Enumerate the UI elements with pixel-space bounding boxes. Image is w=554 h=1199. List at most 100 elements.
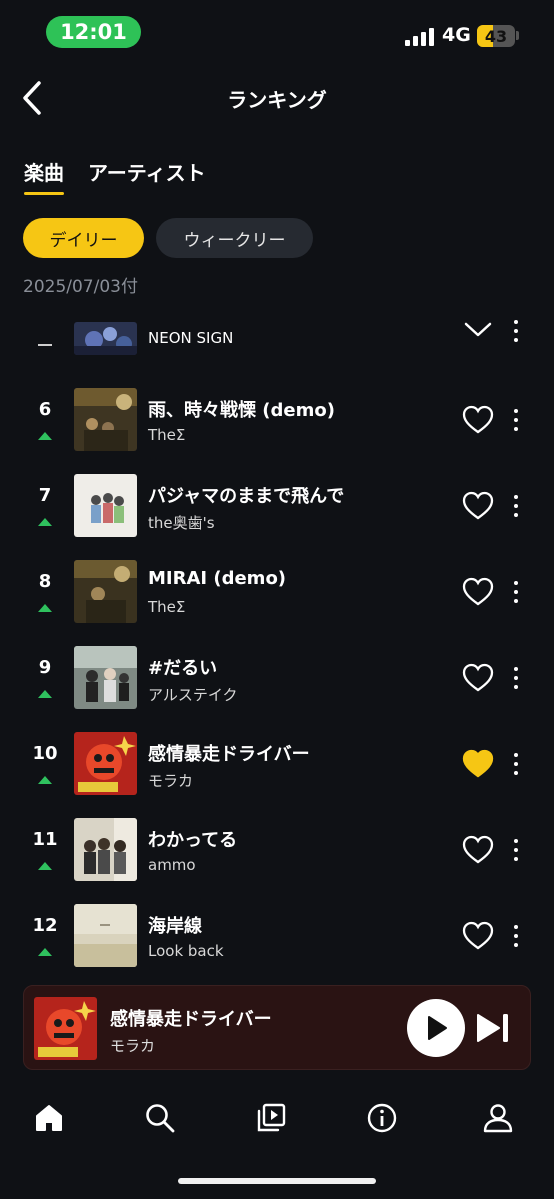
- song-artist: ammo: [148, 856, 196, 874]
- nav-library[interactable]: [251, 1098, 291, 1138]
- song-artist: モラカ: [148, 772, 194, 790]
- now-playing-title: 感情暴走ドライバー: [110, 1009, 272, 1030]
- filter-daily[interactable]: デイリー: [23, 218, 144, 258]
- tab-artists[interactable]: アーティスト: [88, 155, 206, 195]
- home-icon: [36, 1105, 62, 1131]
- trend-up-icon: [38, 948, 52, 956]
- header: ランキング: [0, 70, 554, 126]
- song-title: MIRAI (demo): [148, 568, 287, 589]
- song-title: 感情暴走ドライバー: [148, 744, 310, 765]
- info-icon: [367, 1103, 397, 1133]
- bottom-nav: [0, 1090, 554, 1146]
- list-item[interactable]: 6 雨、時々戦慄 (demo) TheΣ: [0, 382, 554, 468]
- status-time: 12:01: [46, 16, 141, 48]
- trend-up-icon: [38, 690, 52, 698]
- heart-outline-icon: [462, 835, 494, 864]
- album-art: [74, 388, 137, 451]
- song-artist: TheΣ: [148, 426, 186, 444]
- mini-player[interactable]: 感情暴走ドライバー モラカ: [23, 985, 531, 1070]
- list-item[interactable]: 12 海岸線 Look back: [0, 898, 554, 982]
- album-art: [34, 997, 97, 1060]
- status-bar: 12:01 4G 43: [0, 0, 554, 60]
- list-item[interactable]: 10 感情暴走ドライバー モラカ: [0, 726, 554, 812]
- trend-up-icon: [38, 518, 52, 526]
- more-options-button[interactable]: [504, 832, 528, 868]
- filter-weekly[interactable]: ウィークリー: [156, 218, 313, 258]
- like-button[interactable]: [460, 402, 496, 438]
- list-item[interactable]: 7 パジャマのままで飛んで the奥歯's: [0, 468, 554, 554]
- like-button[interactable]: [460, 660, 496, 696]
- album-art: [74, 732, 137, 795]
- collapse-button[interactable]: [460, 312, 496, 348]
- trend-up-icon: [38, 776, 52, 784]
- tab-bar: 楽曲 アーティスト: [24, 155, 206, 197]
- song-title: #だるい: [148, 658, 218, 679]
- trend-up-icon: [38, 862, 52, 870]
- album-art: [74, 474, 137, 537]
- nav-info[interactable]: [362, 1098, 402, 1138]
- period-filters: デイリー ウィークリー: [23, 218, 313, 258]
- heart-outline-icon: [462, 577, 494, 606]
- heart-outline-icon: [462, 663, 494, 692]
- ranking-list: NEON SIGN 6 雨、時々戦慄 (demo) TheΣ 7 パジャマのまま…: [0, 312, 554, 982]
- battery-icon: 43: [477, 25, 515, 47]
- more-options-button[interactable]: [504, 660, 528, 696]
- tab-songs[interactable]: 楽曲: [24, 155, 64, 195]
- rank-number: 11: [32, 829, 58, 850]
- song-artist: アルステイク: [148, 686, 238, 704]
- search-icon: [146, 1104, 175, 1133]
- home-indicator[interactable]: [178, 1178, 376, 1184]
- heart-outline-icon: [462, 405, 494, 434]
- song-artist: the奥歯's: [148, 514, 215, 532]
- like-button[interactable]: [460, 574, 496, 610]
- more-options-button[interactable]: [504, 746, 528, 782]
- rank-number: 9: [38, 657, 52, 678]
- more-options-button[interactable]: [504, 488, 528, 524]
- more-options-button[interactable]: [504, 918, 528, 954]
- signal-icon: [405, 26, 435, 46]
- list-item[interactable]: 8 MIRAI (demo) TheΣ: [0, 554, 554, 640]
- rank-number: 10: [32, 743, 58, 764]
- nav-home[interactable]: [29, 1098, 69, 1138]
- play-icon: [428, 1016, 447, 1040]
- next-track-button[interactable]: [473, 1010, 513, 1046]
- rank-number: 8: [38, 571, 52, 592]
- heart-filled-icon: [462, 749, 494, 778]
- more-options-button[interactable]: [504, 402, 528, 438]
- more-options-button[interactable]: [504, 313, 528, 349]
- trend-up-icon: [38, 432, 52, 440]
- play-button[interactable]: [407, 999, 465, 1057]
- album-art: [74, 560, 137, 623]
- list-item[interactable]: NEON SIGN: [0, 312, 554, 388]
- network-label: 4G: [442, 24, 471, 46]
- rank-unchanged: [38, 344, 52, 346]
- song-title: 雨、時々戦慄 (demo): [148, 400, 335, 421]
- list-item[interactable]: 11 わかってる ammo: [0, 812, 554, 898]
- album-art: [74, 904, 137, 967]
- like-button[interactable]: [460, 488, 496, 524]
- song-title: パジャマのままで飛んで: [148, 486, 345, 507]
- now-playing-artist: モラカ: [110, 1037, 156, 1055]
- like-button[interactable]: [460, 746, 496, 782]
- heart-outline-icon: [462, 491, 494, 520]
- song-artist: Look back: [148, 942, 224, 960]
- like-button[interactable]: [460, 832, 496, 868]
- song-title: NEON SIGN: [148, 329, 234, 347]
- trend-up-icon: [38, 604, 52, 612]
- song-title: わかってる: [148, 830, 238, 851]
- nav-search[interactable]: [140, 1098, 180, 1138]
- album-art: [74, 818, 137, 881]
- song-title: 海岸線: [148, 916, 202, 937]
- like-button[interactable]: [460, 918, 496, 954]
- nav-profile[interactable]: [478, 1098, 518, 1138]
- chevron-down-icon: [464, 322, 492, 337]
- rank-number: 6: [38, 399, 52, 420]
- rank-number: 7: [38, 485, 52, 506]
- heart-outline-icon: [462, 921, 494, 950]
- page-title: ランキング: [227, 88, 327, 112]
- more-options-button[interactable]: [504, 574, 528, 610]
- album-art: [74, 322, 137, 355]
- profile-icon: [483, 1104, 513, 1133]
- list-item[interactable]: 9 #だるい アルステイク: [0, 640, 554, 726]
- library-icon: [257, 1103, 286, 1132]
